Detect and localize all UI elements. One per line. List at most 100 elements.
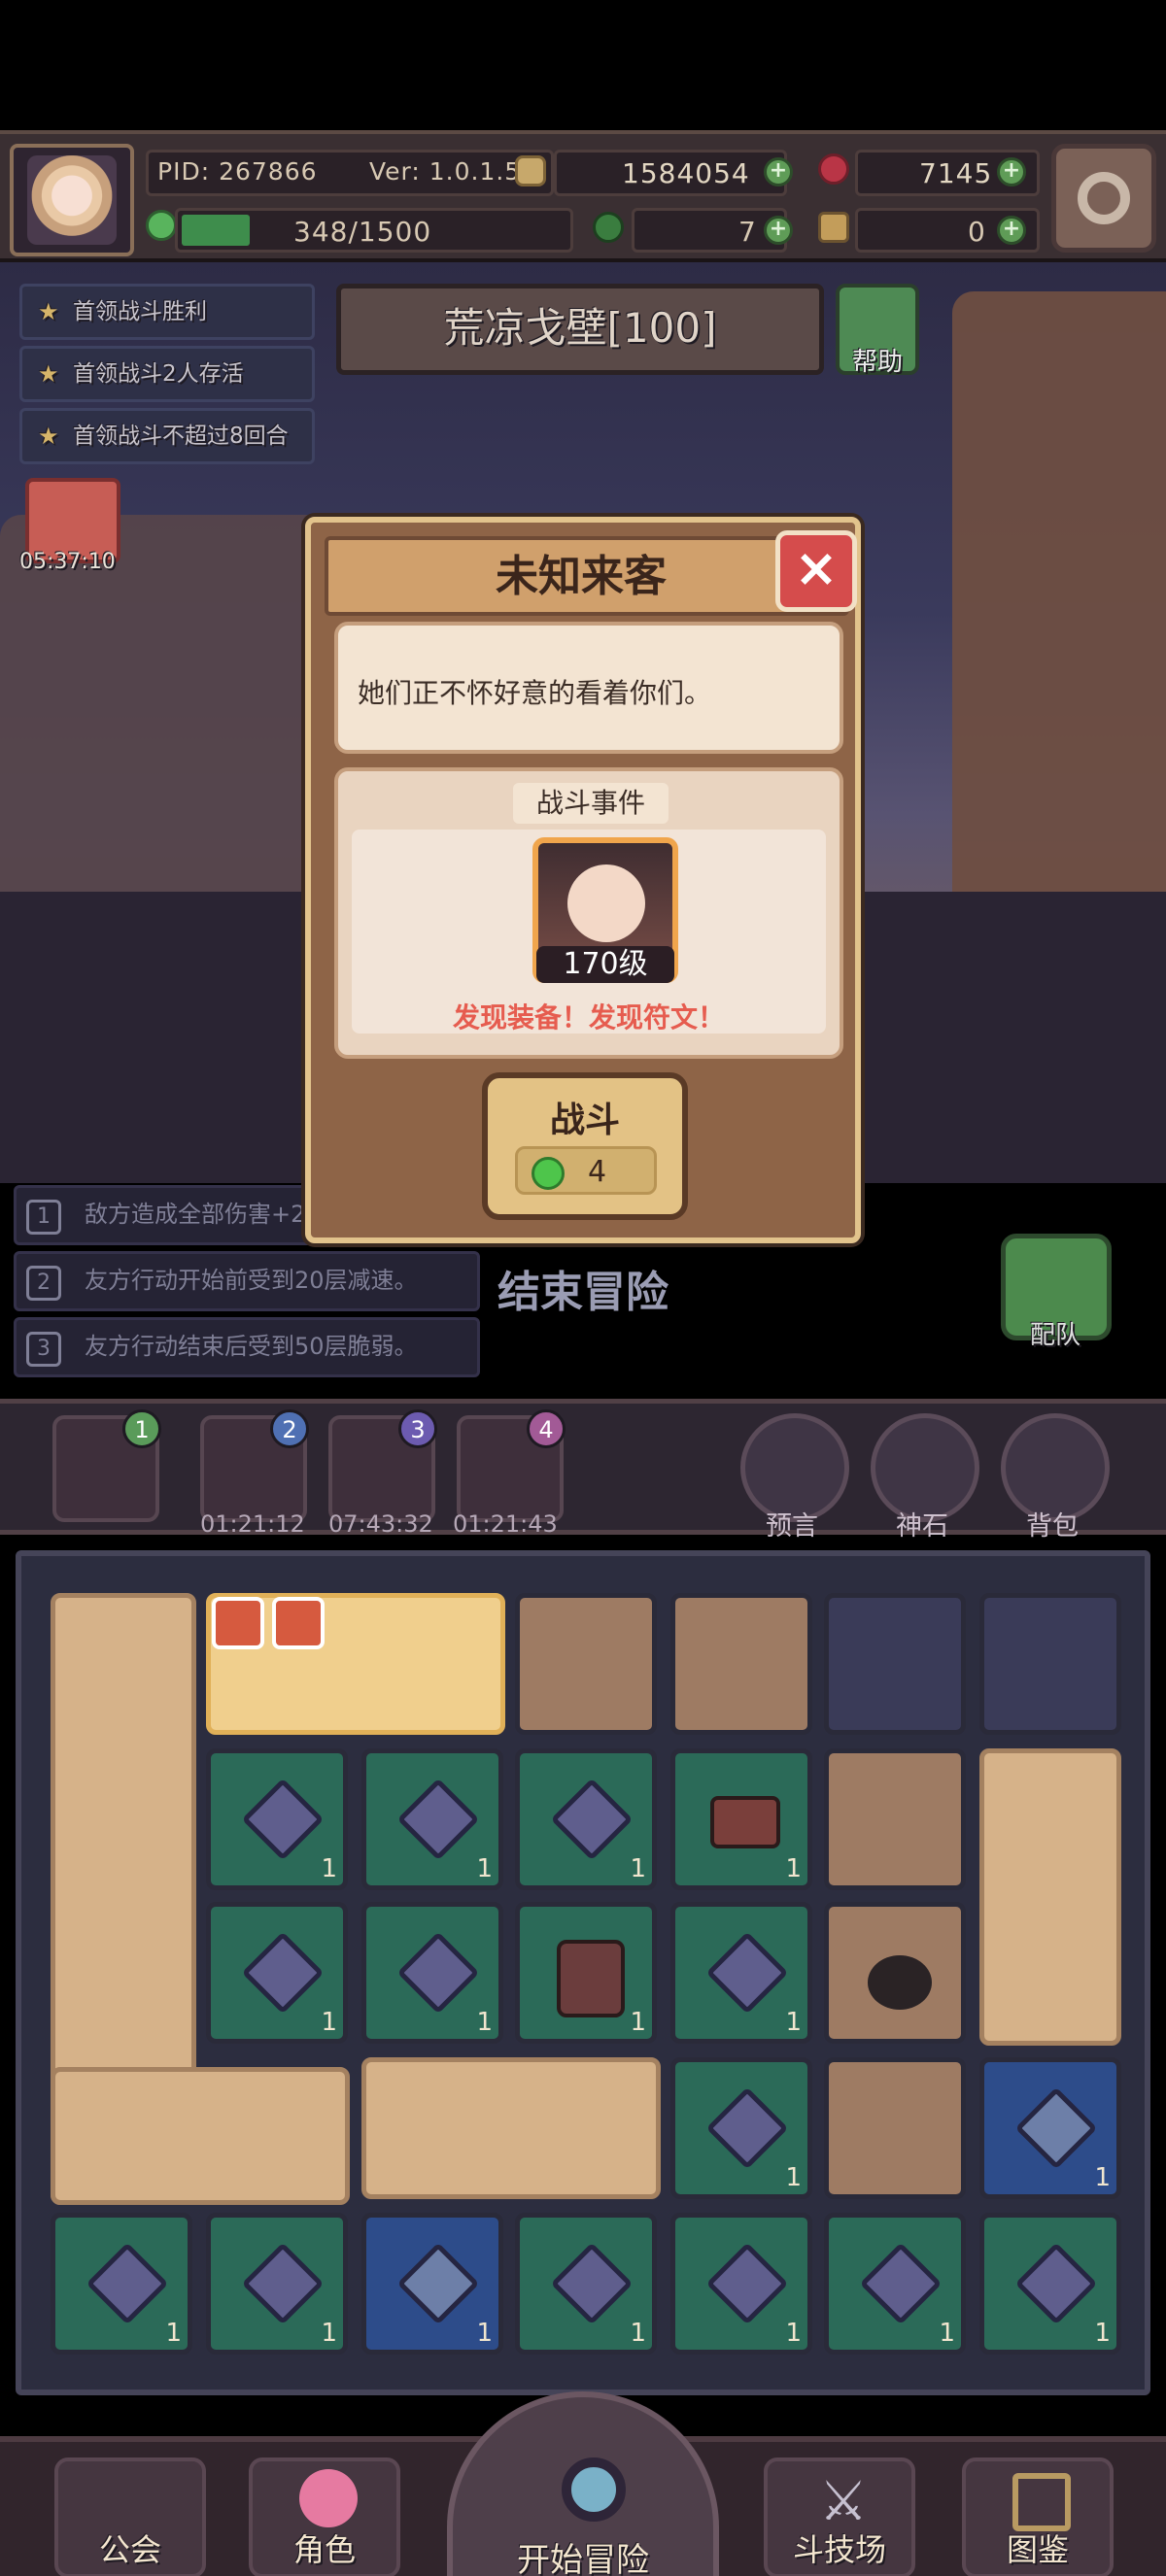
- gem-cell[interactable]: 1: [515, 1748, 657, 1890]
- gem-cell[interactable]: 1: [361, 1748, 503, 1890]
- nav-start-adventure[interactable]: 开始冒险: [447, 2391, 719, 2576]
- cauldron-cell[interactable]: [824, 1902, 966, 2044]
- log-item-base[interactable]: [51, 2067, 350, 2205]
- role-icon: [299, 2469, 358, 2527]
- help-label: 帮助: [851, 348, 903, 377]
- team-slot-2[interactable]: 2: [200, 1409, 309, 1522]
- task-boss-rounds: ★ 首领战斗不超过8回合: [19, 408, 315, 464]
- gem-value: 7145: [919, 157, 993, 189]
- gem-cell[interactable]: 1: [361, 1902, 503, 2044]
- item-qty: 1: [1094, 2319, 1111, 2348]
- nav-guild-label: 公会: [98, 2531, 161, 2568]
- item-qty: 1: [939, 2319, 955, 2348]
- empty-cell[interactable]: [824, 1593, 966, 1735]
- star-icon: ★: [38, 298, 59, 325]
- skull-item[interactable]: [361, 2057, 661, 2199]
- event-reward-note: 发现装备！发现符文！: [452, 1001, 725, 1034]
- gem-cell[interactable]: 1: [670, 2213, 812, 2355]
- clover-value: 7: [738, 216, 757, 248]
- totem-item[interactable]: [979, 1748, 1121, 2046]
- gem-cell[interactable]: 1: [206, 1902, 348, 2044]
- modal-message: 她们正不怀好意的看着你们。: [358, 677, 712, 709]
- backpack-item-cell[interactable]: 1: [515, 1902, 657, 2044]
- item-qty: 1: [476, 2008, 493, 2037]
- avatar-face: [27, 155, 117, 245]
- fight-button[interactable]: 战斗 4: [482, 1072, 688, 1220]
- bones-cell[interactable]: [824, 2057, 966, 2199]
- gem-cell[interactable]: 1: [824, 2213, 966, 2355]
- item-qty: 1: [785, 2319, 802, 2348]
- gem-cell[interactable]: 1: [515, 2213, 657, 2355]
- item-qty: 1: [321, 1854, 337, 1883]
- backpack-label: 背包: [1026, 1511, 1079, 1542]
- chest-icon: [710, 1796, 780, 1848]
- add-gold-button[interactable]: +: [764, 157, 793, 186]
- gem-cell[interactable]: 1: [670, 1902, 812, 2044]
- portrait-face: [567, 864, 645, 942]
- gem-cell[interactable]: 1: [206, 2213, 348, 2355]
- gem-icon: [396, 1931, 480, 2015]
- gem-cell[interactable]: 1: [670, 2057, 812, 2199]
- slot-timer: 01:21:43: [453, 1510, 558, 1538]
- energy-fill: [182, 215, 250, 246]
- team-slot-1[interactable]: 1: [52, 1409, 161, 1522]
- settings-button[interactable]: [1051, 144, 1156, 253]
- god-stone-label: 神石: [896, 1511, 948, 1542]
- modal-title: 未知来客: [496, 552, 667, 601]
- gem-icon: [859, 2242, 943, 2325]
- nav-role-label: 角色: [292, 2531, 356, 2568]
- enemy-level: 170级: [536, 946, 674, 983]
- gem-icon: [241, 2242, 325, 2325]
- signpost-cell[interactable]: [515, 1593, 657, 1735]
- blue-gem-cell[interactable]: 1: [361, 2213, 503, 2355]
- gold-value: 1584054: [622, 157, 750, 189]
- player-avatar[interactable]: [10, 144, 134, 256]
- gem-icon: [1014, 2242, 1098, 2325]
- empty-cell[interactable]: [670, 1593, 812, 1735]
- gem-icon: [1014, 2086, 1098, 2170]
- add-gem-button[interactable]: +: [997, 157, 1026, 186]
- backpack-icon: [557, 1940, 625, 2017]
- status-text: 友方行动结束后受到50层脆弱。: [85, 1333, 418, 1360]
- event-modal: 未知来客 × 她们正不怀好意的看着你们。 战斗事件 170级 发现装备！发现符文…: [305, 517, 861, 1243]
- add-key-button[interactable]: +: [997, 216, 1026, 245]
- gem-icon: [86, 2242, 169, 2325]
- empty-cell[interactable]: [979, 1593, 1121, 1735]
- slot-number: 1: [122, 1409, 161, 1448]
- energy-icon: [146, 210, 177, 241]
- nav-arena-label: 斗技场: [792, 2531, 886, 2568]
- chest-cell[interactable]: 1: [670, 1748, 812, 1890]
- gem-icon: [550, 1778, 634, 1861]
- key-icon: [818, 212, 849, 243]
- nav-start-label: 开始冒险: [517, 2541, 649, 2576]
- item-qty: 1: [630, 2008, 646, 2037]
- cauldron-icon: [868, 1955, 932, 2010]
- inventory-grid: 1 1 1 1 1 1 1 1 1 1 1 1 1 1 1 1 1: [16, 1550, 1150, 2395]
- empty-cell[interactable]: [824, 1748, 966, 1890]
- blue-gem-cell[interactable]: 1: [979, 2057, 1121, 2199]
- book-icon: [1012, 2473, 1071, 2531]
- slot-number: 4: [527, 1409, 566, 1448]
- gem-cell[interactable]: 1: [51, 2213, 192, 2355]
- event-tag: 战斗事件: [513, 783, 669, 824]
- end-adventure-button[interactable]: 结束冒险: [497, 1257, 669, 1319]
- fight-cost-value: 4: [588, 1155, 607, 1189]
- close-icon[interactable]: ×: [775, 530, 857, 612]
- add-clover-button[interactable]: +: [764, 216, 793, 245]
- team-slot-3[interactable]: 3: [328, 1409, 437, 1522]
- message-box: 她们正不怀好意的看着你们。: [334, 622, 843, 754]
- gem-icon: [705, 2242, 789, 2325]
- fight-cost: 4: [515, 1146, 657, 1195]
- status-num: 3: [26, 1332, 61, 1367]
- prophecy-label: 预言: [766, 1511, 818, 1542]
- team-slot-4[interactable]: 4: [457, 1409, 566, 1522]
- gift-timer: 05:37:10: [19, 550, 116, 574]
- star-tag-icon: [272, 1597, 325, 1649]
- gem-icon: [396, 2242, 480, 2325]
- slot-timer: 07:43:32: [328, 1510, 433, 1538]
- gem-cell[interactable]: 1: [979, 2213, 1121, 2355]
- gem-cell[interactable]: 1: [206, 1748, 348, 1890]
- slot-number: 2: [270, 1409, 309, 1448]
- slot-timer: 01:21:12: [200, 1510, 305, 1538]
- status-num: 2: [26, 1266, 61, 1301]
